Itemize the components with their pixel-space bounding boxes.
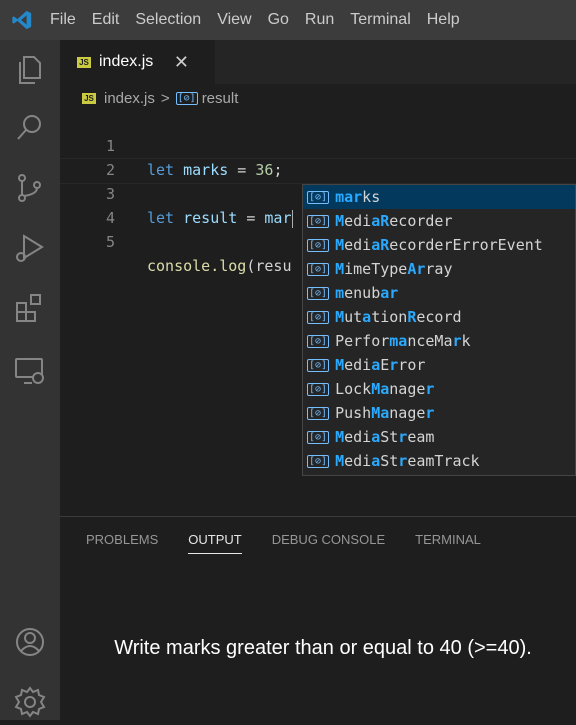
suggestion-label: MediaStreamTrack	[335, 452, 480, 470]
menu-file[interactable]: File	[44, 0, 84, 40]
panel-tab-bar: PROBLEMS OUTPUT DEBUG CONSOLE TERMINAL	[86, 532, 511, 554]
breadcrumb-symbol[interactable]: result	[202, 90, 239, 107]
text-cursor	[291, 209, 293, 228]
variable-icon: [⊘]	[307, 310, 330, 324]
suggestion-item[interactable]: [⊘] MimeTypeArray	[303, 257, 575, 281]
suggestion-item[interactable]: [⊘] MediaRecorderErrorEvent	[303, 233, 575, 257]
video-caption: Write marks greater than or equal to 40 …	[114, 637, 532, 659]
variable-icon: [⊘]	[307, 262, 330, 276]
breadcrumb: JS index.js > [⊘] result	[82, 88, 238, 108]
menu-go[interactable]: Go	[260, 0, 297, 40]
suggestion-label: MimeTypeArray	[335, 260, 453, 278]
suggestion-item[interactable]: [⊘] MediaStreamTrack	[303, 449, 575, 473]
code-line: 2	[60, 134, 115, 179]
tab-output[interactable]: OUTPUT	[188, 532, 242, 554]
suggestion-label: PerformanceMark	[335, 332, 471, 350]
tab-debug-console[interactable]: DEBUG CONSOLE	[272, 532, 385, 554]
suggestion-label: MutationRecord	[335, 308, 462, 326]
close-icon[interactable]: ✕	[174, 52, 189, 73]
variable-icon: [⊘]	[307, 190, 330, 204]
suggestion-item[interactable]: [⊘] MediaRecorder	[303, 209, 575, 233]
variable-icon: [⊘]	[307, 430, 330, 444]
variable-icon: [⊘]	[307, 406, 330, 420]
editor-tab-bar: JS index.js ✕	[60, 40, 576, 84]
menu-view[interactable]: View	[209, 0, 259, 40]
panel-divider	[60, 516, 576, 517]
variable-icon: [⊘]	[307, 358, 330, 372]
remote-explorer-icon[interactable]	[12, 352, 48, 388]
tab-label: index.js	[99, 53, 154, 70]
menu-edit[interactable]: Edit	[84, 0, 128, 40]
menu-selection[interactable]: Selection	[127, 0, 209, 40]
suggestion-item[interactable]: [⊘] PushManager	[303, 401, 575, 425]
settings-gear-icon[interactable]	[12, 684, 48, 720]
menu-bar: File Edit Selection View Go Run Terminal…	[0, 0, 576, 40]
menu-help[interactable]: Help	[419, 0, 468, 40]
code-line: 1 let marks = 36;	[60, 110, 283, 179]
variable-icon: [⊘]	[307, 454, 330, 468]
menu-run[interactable]: Run	[297, 0, 342, 40]
variable-icon: [⊘]	[307, 334, 330, 348]
suggestion-label: MediaRecorder	[335, 212, 453, 230]
code-text: let result = mar	[147, 209, 293, 228]
code-line: 5 console.log(resu	[60, 206, 292, 275]
suggestion-item[interactable]: [⊘] LockManager	[303, 377, 575, 401]
autocomplete-suggestion-list[interactable]: [⊘] marks [⊘] MediaRecorder [⊘] MediaRecorder…	[302, 184, 576, 476]
breadcrumb-file[interactable]: index.js	[104, 90, 155, 107]
tab-terminal[interactable]: TERMINAL	[415, 532, 481, 554]
suggestion-label: menubar	[335, 284, 399, 302]
js-file-icon: JS	[82, 92, 96, 104]
suggestion-item[interactable]: [⊘] MediaStream	[303, 425, 575, 449]
extensions-icon[interactable]	[12, 290, 48, 326]
run-debug-icon[interactable]	[12, 230, 48, 266]
suggestion-label: PushManager	[335, 404, 435, 422]
variable-icon: [⊘]	[307, 238, 330, 252]
suggestion-label: MediaRecorderErrorEvent	[335, 236, 543, 254]
activity-bar	[0, 40, 60, 720]
breadcrumb-separator: >	[160, 89, 170, 107]
vscode-logo-icon	[0, 0, 44, 40]
code-line: 3 let result = mar	[60, 158, 293, 228]
tab-index-js[interactable]: JS index.js ✕	[60, 40, 215, 84]
variable-icon: [⊘]	[307, 286, 330, 300]
variable-icon: [⊘]	[307, 382, 330, 396]
explorer-icon[interactable]	[12, 52, 48, 88]
variable-icon: [⊘]	[307, 214, 330, 228]
js-file-icon: JS	[77, 56, 91, 68]
line-number: 5	[105, 233, 115, 251]
suggestion-label: LockManager	[335, 380, 435, 398]
suggestion-item[interactable]: [⊘] marks	[303, 185, 575, 209]
suggestion-label: MediaStream	[335, 428, 435, 446]
suggestion-label: marks	[335, 188, 381, 206]
code-text: console.log(resu	[147, 257, 292, 275]
menu-terminal[interactable]: Terminal	[342, 0, 418, 40]
source-control-icon[interactable]	[12, 170, 48, 206]
tab-problems[interactable]: PROBLEMS	[86, 532, 158, 554]
suggestion-item[interactable]: [⊘] MediaError	[303, 353, 575, 377]
code-line: 4	[60, 182, 115, 227]
suggestion-label: MediaError	[335, 356, 426, 374]
suggestion-item[interactable]: [⊘] menubar	[303, 281, 575, 305]
account-icon[interactable]	[12, 624, 48, 660]
search-icon[interactable]	[12, 110, 48, 146]
suggestion-item[interactable]: [⊘] PerformanceMark	[303, 329, 575, 353]
code-text: let marks = 36;	[147, 161, 283, 179]
suggestion-item[interactable]: [⊘] MutationRecord	[303, 305, 575, 329]
variable-icon: [⊘]	[175, 91, 198, 105]
